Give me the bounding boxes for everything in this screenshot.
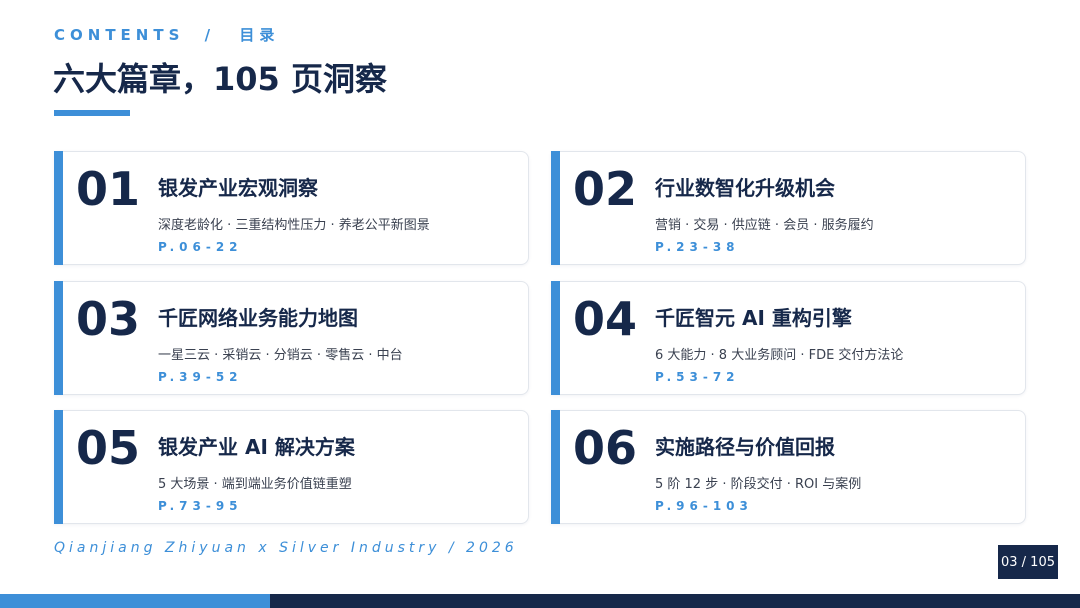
kicker-separator: / (204, 26, 216, 44)
footer-tagline: Qianjiang Zhiyuan x Silver Industry / 20… (54, 540, 518, 556)
chapter-page-range: P.39-52 (158, 370, 243, 384)
chapter-number: 06 (573, 421, 638, 475)
page-title: 六大篇章，105 页洞察 (53, 60, 387, 98)
chapter-card-05[interactable]: 05 银发产业 AI 解决方案 5 大场景 · 端到端业务价值链重塑 P.73-… (54, 410, 529, 524)
card-accent-bar (551, 410, 560, 524)
chapter-page-range: P.96-103 (655, 499, 753, 513)
chapter-description: 5 大场景 · 端到端业务价值链重塑 (158, 477, 352, 492)
chapter-title: 银发产业宏观洞察 (158, 176, 318, 200)
card-accent-bar (551, 151, 560, 265)
chapter-card-01[interactable]: 01 银发产业宏观洞察 深度老龄化 · 三重结构性压力 · 养老公平新图景 P.… (54, 151, 529, 265)
chapter-page-range: P.23-38 (655, 240, 740, 254)
chapter-number: 05 (76, 421, 141, 475)
chapter-page-range: P.73-95 (158, 499, 243, 513)
card-accent-bar (551, 281, 560, 395)
chapter-title: 千匠智元 AI 重构引擎 (655, 306, 852, 330)
chapter-description: 营销 · 交易 · 供应链 · 会员 · 服务履约 (655, 218, 874, 233)
page-indicator: 03 / 105 (998, 545, 1058, 579)
chapter-number: 03 (76, 292, 141, 346)
card-accent-bar (54, 410, 63, 524)
kicker-english: CONTENTS (54, 26, 185, 44)
kicker-chinese: 目录 (239, 26, 280, 44)
chapter-description: 5 阶 12 步 · 阶段交付 · ROI 与案例 (655, 477, 862, 492)
chapter-page-range: P.06-22 (158, 240, 243, 254)
chapter-number: 04 (573, 292, 638, 346)
chapter-card-03[interactable]: 03 千匠网络业务能力地图 一星三云 · 采销云 · 分销云 · 零售云 · 中… (54, 281, 529, 395)
card-accent-bar (54, 151, 63, 265)
chapter-card-04[interactable]: 04 千匠智元 AI 重构引擎 6 大能力 · 8 大业务顾问 · FDE 交付… (551, 281, 1026, 395)
chapter-title: 实施路径与价值回报 (655, 435, 835, 459)
chapter-card-02[interactable]: 02 行业数智化升级机会 营销 · 交易 · 供应链 · 会员 · 服务履约 P… (551, 151, 1026, 265)
contents-kicker: CONTENTS / 目录 (54, 24, 279, 45)
title-underline (54, 110, 130, 116)
chapter-title: 行业数智化升级机会 (655, 176, 835, 200)
chapter-number: 02 (573, 162, 638, 216)
bottom-bar-navy (270, 594, 1080, 608)
chapter-title: 银发产业 AI 解决方案 (158, 435, 355, 459)
chapter-page-range: P.53-72 (655, 370, 740, 384)
chapter-description: 6 大能力 · 8 大业务顾问 · FDE 交付方法论 (655, 348, 904, 363)
chapter-description: 深度老龄化 · 三重结构性压力 · 养老公平新图景 (158, 218, 430, 233)
chapter-description: 一星三云 · 采销云 · 分销云 · 零售云 · 中台 (158, 348, 403, 363)
chapter-card-06[interactable]: 06 实施路径与价值回报 5 阶 12 步 · 阶段交付 · ROI 与案例 P… (551, 410, 1026, 524)
card-accent-bar (54, 281, 63, 395)
chapter-title: 千匠网络业务能力地图 (158, 306, 358, 330)
chapter-number: 01 (76, 162, 141, 216)
bottom-bar-accent (0, 594, 270, 608)
